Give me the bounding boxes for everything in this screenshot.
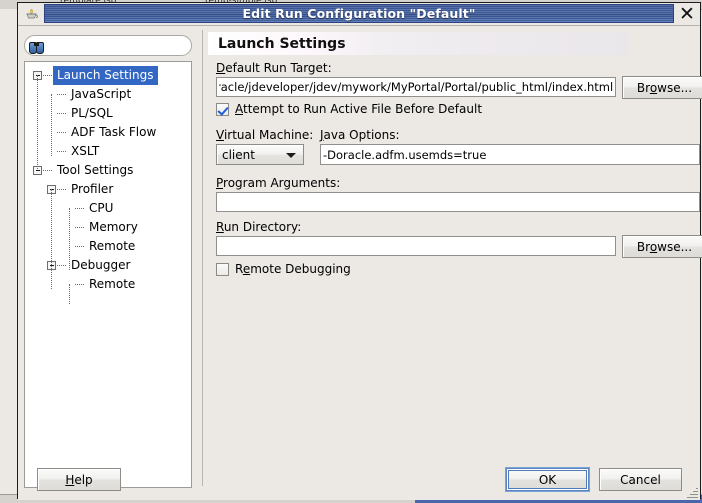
background-left-strip	[0, 9, 18, 494]
tree-item-label: Tool Settings	[57, 163, 134, 177]
tree-item-label: Memory	[89, 220, 138, 234]
resize-grip[interactable]	[686, 487, 698, 499]
run-directory-input[interactable]	[216, 236, 616, 256]
tree-item-label: CPU	[89, 201, 114, 215]
tree-connector	[75, 283, 84, 286]
attempt-run-active-file-checkbox[interactable]	[216, 102, 229, 116]
default-run-target-label: Default Run Target:	[216, 61, 332, 75]
tree-connector	[43, 74, 52, 77]
default-run-target-input[interactable]	[216, 77, 616, 97]
tree-item-remote[interactable]: Remote	[25, 275, 191, 294]
binoculars-icon	[29, 40, 44, 54]
tree-connector	[57, 264, 66, 267]
tree-item-label: Remote	[89, 239, 136, 253]
java-options-input[interactable]	[320, 144, 700, 165]
tree-connector	[57, 131, 66, 134]
tree-item-javascript[interactable]: JavaScript	[25, 85, 191, 104]
tree-connector	[75, 207, 84, 210]
help-label: Help	[65, 472, 93, 487]
tree-connector	[75, 245, 84, 248]
edit-run-configuration-dialog: Edit Run Configuration "Default" ✕ Launc…	[17, 2, 702, 500]
tree-item-label: Remote	[89, 277, 136, 291]
cancel-button[interactable]: Cancel	[599, 468, 682, 491]
section-header: Launch Settings	[208, 32, 629, 55]
remote-debugging-label: Remote Debugging	[235, 262, 351, 276]
tree-item-profiler[interactable]: Profiler	[25, 180, 191, 199]
ok-button[interactable]: OK	[506, 468, 589, 491]
dialog-button-bar: Help OK Cancel	[18, 460, 700, 500]
tree-guide-line	[51, 94, 52, 156]
tree-item-debugger[interactable]: Debugger	[25, 256, 191, 275]
run-directory-label: Run Directory:	[216, 220, 302, 234]
settings-tree[interactable]: Launch Settings JavaScript PL/SQL ADF Task …	[24, 61, 192, 488]
tree-guide-line	[69, 284, 70, 304]
tree-item-remote[interactable]: Remote	[25, 237, 191, 256]
tree-connector	[57, 112, 66, 115]
launch-settings-pane: Launch Settings Default Run Target: Brow…	[208, 32, 702, 500]
tree-item-label: XSLT	[71, 144, 100, 158]
run-directory-browse-button[interactable]: Browse...	[622, 235, 702, 258]
tree-item-tool-settings[interactable]: Tool Settings	[25, 161, 191, 180]
tree-guide-line	[51, 189, 52, 289]
dialog-title-gradient: Edit Run Configuration "Default"	[44, 4, 674, 23]
tree-connector	[43, 169, 52, 172]
dialog-title: Edit Run Configuration "Default"	[242, 6, 476, 21]
attempt-run-active-file-label: Attempt to Run Active File Before Defaul…	[235, 102, 483, 116]
browse-label-2: Browse...	[636, 239, 693, 254]
tree-item-xslt[interactable]: XSLT	[25, 142, 191, 161]
tree-item-adf-task-flow[interactable]: ADF Task Flow	[25, 123, 191, 142]
tree-item-label: Profiler	[71, 182, 114, 196]
virtual-machine-label: Virtual Machine:	[216, 128, 314, 142]
chevron-down-icon	[286, 152, 296, 158]
tree-item-label: Launch Settings	[53, 66, 158, 85]
tree-item-label: JavaScript	[71, 87, 132, 101]
tree-connector	[75, 226, 84, 229]
close-icon[interactable]: ✕	[674, 3, 700, 25]
cancel-label: Cancel	[620, 472, 661, 487]
help-button[interactable]: Help	[37, 468, 121, 491]
button-bar-separator	[22, 460, 696, 461]
tree-item-pl-sql[interactable]: PL/SQL	[25, 104, 191, 123]
pane-splitter[interactable]	[200, 30, 205, 486]
lamp-icon	[18, 3, 44, 25]
default-run-target-browse-button[interactable]: Browse...	[622, 76, 702, 99]
search-input[interactable]	[44, 37, 185, 54]
section-title: Launch Settings	[218, 35, 346, 52]
program-arguments-input[interactable]	[216, 192, 700, 212]
tree-item-label: PL/SQL	[71, 106, 113, 120]
dialog-body: Launch Settings JavaScript PL/SQL ADF Task …	[18, 26, 702, 500]
settings-navigation-pane: Launch Settings JavaScript PL/SQL ADF Task …	[24, 32, 194, 500]
tree-item-label: Debugger	[71, 258, 131, 272]
tree-connector	[57, 150, 66, 153]
tree-guide-line	[69, 208, 70, 270]
tree-item-memory[interactable]: Memory	[25, 218, 191, 237]
attempt-run-active-file-checkbox-row[interactable]: Attempt to Run Active File Before Defaul…	[216, 102, 482, 116]
virtual-machine-select[interactable]: client	[216, 144, 304, 165]
tree-item-cpu[interactable]: CPU	[25, 199, 191, 218]
tree-connector	[57, 93, 66, 96]
tree-item-launch-settings[interactable]: Launch Settings	[25, 66, 191, 85]
browse-label-1: Browse...	[636, 80, 693, 95]
ok-label: OK	[538, 472, 557, 487]
search-box[interactable]	[24, 35, 192, 56]
tree-guide-line	[37, 75, 38, 169]
remote-debugging-checkbox[interactable]	[216, 262, 229, 276]
settings-tree-list: Launch Settings JavaScript PL/SQL ADF Task …	[25, 62, 191, 294]
tree-connector	[57, 188, 66, 191]
tree-item-label: ADF Task Flow	[71, 125, 157, 139]
program-arguments-label: Program Arguments:	[216, 176, 341, 190]
virtual-machine-value: client	[222, 147, 255, 162]
remote-debugging-checkbox-row[interactable]: Remote Debugging	[216, 262, 351, 276]
java-options-label: Java Options:	[320, 128, 400, 142]
dialog-titlebar[interactable]: Edit Run Configuration "Default" ✕	[18, 3, 700, 26]
